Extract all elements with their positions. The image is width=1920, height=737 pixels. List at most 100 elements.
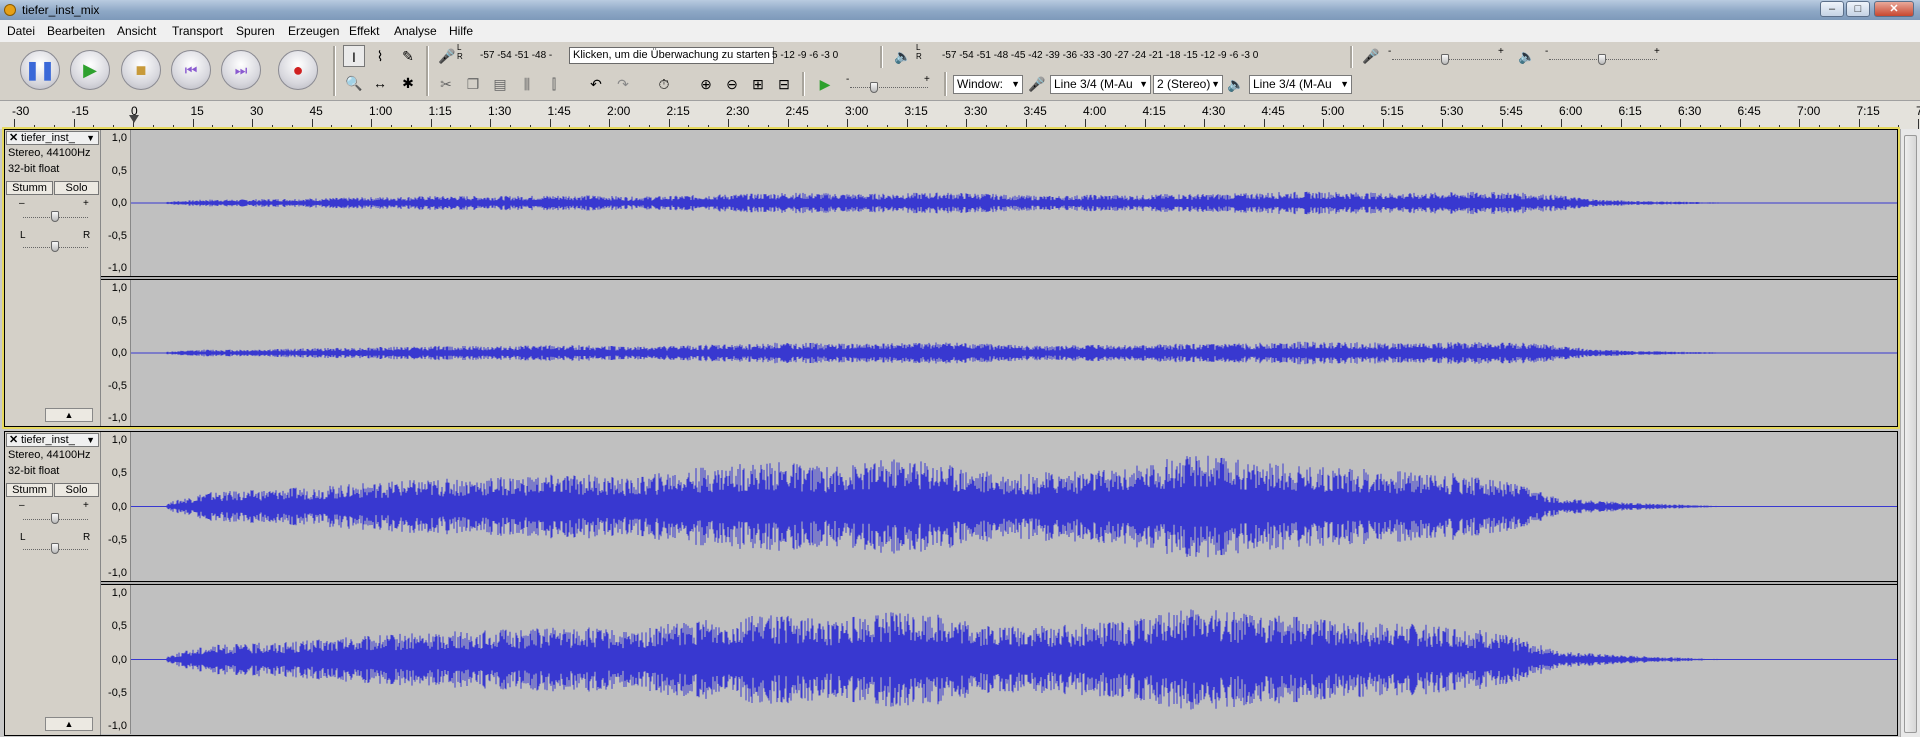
draw-tool-icon[interactable]: ✎: [397, 45, 419, 67]
amplitude-scale-label: 1,0: [111, 434, 127, 446]
fit-project-icon[interactable]: ⊟: [773, 73, 795, 95]
ruler-major-tick: [1144, 119, 1146, 129]
recording-channels-select[interactable]: 2 (Stereo) ▼: [1153, 75, 1223, 94]
waveform-channel[interactable]: [131, 130, 1897, 276]
playhead-marker-icon[interactable]: [129, 115, 139, 123]
track-format: 32-bit float: [8, 465, 60, 477]
audio-track[interactable]: ✕ tiefer_inst_ ▼ Stereo, 44100Hz 32-bit floa…: [2, 127, 1900, 429]
speed-slider[interactable]: [870, 82, 878, 93]
minimize-button[interactable]: –: [1820, 1, 1844, 17]
menu-ansicht[interactable]: Ansicht: [117, 24, 156, 38]
menu-bearbeiten[interactable]: Bearbeiten: [47, 24, 105, 38]
solo-button[interactable]: Solo: [54, 483, 99, 497]
audio-track[interactable]: ✕ tiefer_inst_ ▼ Stereo, 44100Hz 32-bit floa…: [4, 431, 1898, 736]
track-control-panel[interactable]: ✕ tiefer_inst_ ▼ Stereo, 44100Hz 32-bit floa…: [5, 432, 101, 735]
waveform-channel[interactable]: [131, 280, 1897, 426]
waveform-path: [166, 341, 1748, 365]
maximize-button[interactable]: □: [1846, 1, 1870, 17]
ruler-major-tick: [371, 119, 372, 129]
waveform-channel[interactable]: [131, 432, 1897, 581]
trim-icon[interactable]: ⫼: [516, 73, 538, 95]
vertical-scrollbar[interactable]: [1900, 129, 1920, 737]
ruler-major-tick: [728, 119, 729, 129]
speed-minus: -: [846, 74, 850, 85]
pause-button[interactable]: ❚❚: [20, 50, 60, 90]
playback-device-select[interactable]: Line 3/4 (M-Au ▼: [1249, 75, 1352, 94]
ruler-major-tick: [1085, 119, 1086, 129]
menu-erzeugen[interactable]: Erzeugen: [288, 24, 339, 38]
mute-button[interactable]: Stumm: [6, 483, 53, 497]
menu-datei[interactable]: Datei: [7, 24, 35, 38]
pan-slider[interactable]: [51, 543, 59, 554]
skip-start-icon: ⏮: [184, 62, 198, 78]
zoom-in-icon[interactable]: ⊕: [695, 73, 717, 95]
waveform-channel[interactable]: [131, 585, 1897, 734]
cut-icon[interactable]: ✂: [435, 73, 457, 95]
play-meter-speaker-icon[interactable]: 🔈: [892, 45, 914, 67]
amplitude-scale-label: -0,5: [108, 380, 127, 392]
ruler-major-tick: [1204, 119, 1205, 129]
sync-lock-icon[interactable]: ⏱: [653, 73, 675, 95]
waveform-svg: [131, 455, 1897, 558]
skip-end-button[interactable]: ⏭: [221, 50, 261, 90]
ruler-label: 7:30: [1916, 104, 1920, 118]
input-volume-slider[interactable]: [1441, 54, 1449, 65]
play-button[interactable]: ▶: [70, 50, 110, 90]
zoom-tool-icon[interactable]: 🔍: [343, 72, 365, 94]
selection-tool-icon[interactable]: I: [343, 45, 365, 67]
waveform-path: [166, 191, 1746, 215]
output-volume-plus: +: [1654, 46, 1660, 57]
timeshift-tool-icon[interactable]: ↔: [369, 72, 391, 94]
play-at-speed-icon[interactable]: ▶: [814, 73, 836, 95]
zoom-out-icon[interactable]: ⊖: [721, 73, 743, 95]
gain-slider[interactable]: [51, 211, 59, 222]
collapse-track-button[interactable]: ▲: [45, 408, 93, 422]
menu-hilfe[interactable]: Hilfe: [449, 24, 473, 38]
record-meter-mic-icon[interactable]: 🎤: [436, 45, 458, 67]
recording-device-select[interactable]: Line 3/4 (M-Au ▼: [1050, 75, 1151, 94]
menu-effekt[interactable]: Effekt: [349, 24, 379, 38]
solo-button[interactable]: Solo: [54, 181, 99, 195]
fit-selection-icon[interactable]: ⊞: [747, 73, 769, 95]
silence-icon[interactable]: ⫿: [543, 73, 565, 95]
monitor-tooltip[interactable]: Klicken, um die Überwachung zu starten: [569, 47, 774, 64]
stop-button[interactable]: ■: [121, 50, 161, 90]
audio-host-select[interactable]: Window: ▼: [953, 75, 1023, 94]
mute-button[interactable]: Stumm: [6, 181, 53, 195]
pan-slider[interactable]: [51, 241, 59, 252]
close-button[interactable]: ✕: [1874, 1, 1914, 17]
track-name-button[interactable]: ✕ tiefer_inst_ ▼: [6, 131, 99, 145]
amplitude-scale-label: 0,0: [111, 654, 127, 666]
redo-icon[interactable]: ↷: [612, 73, 634, 95]
close-track-icon[interactable]: ✕: [9, 434, 18, 447]
ruler-label: 4:15: [1142, 104, 1166, 118]
menu-spuren[interactable]: Spuren: [236, 24, 275, 38]
undo-icon[interactable]: ↶: [585, 73, 607, 95]
track-control-panel[interactable]: ✕ tiefer_inst_ ▼ Stereo, 44100Hz 32-bit floa…: [5, 130, 101, 426]
paste-icon[interactable]: ▤: [489, 73, 511, 95]
record-button[interactable]: ●: [278, 50, 318, 90]
ruler-major-tick: [430, 119, 432, 129]
chevron-down-icon[interactable]: ▼: [86, 434, 95, 447]
gain-slider[interactable]: [51, 513, 59, 524]
envelope-tool-icon[interactable]: ⌇: [369, 45, 391, 67]
timeline-ruler[interactable]: -30 -15 0 15 30 45 1:00 1:15 1:30 1:45 2:00 2:15 2:3…: [0, 101, 1920, 130]
chevron-down-icon[interactable]: ▼: [86, 132, 95, 145]
ruler-label: 15: [190, 104, 204, 118]
output-volume-slider[interactable]: [1598, 54, 1606, 65]
ruler-label: 7:00: [1797, 104, 1821, 118]
collapse-track-button[interactable]: ▲: [45, 717, 93, 731]
play-icon: ▶: [83, 60, 97, 80]
toolbar-separator: [333, 46, 336, 96]
menu-transport[interactable]: Transport: [172, 24, 223, 38]
track-name-button[interactable]: ✕ tiefer_inst_ ▼: [6, 433, 99, 447]
menu-analyse[interactable]: Analyse: [394, 24, 437, 38]
amplitude-scale-label: 1,0: [111, 282, 127, 294]
copy-icon[interactable]: ❐: [462, 73, 484, 95]
skip-start-button[interactable]: ⏮: [171, 50, 211, 90]
close-track-icon[interactable]: ✕: [9, 132, 18, 145]
multi-tool-icon[interactable]: ✱: [397, 72, 419, 94]
pan-right-label: R: [83, 230, 91, 241]
title-bar: tiefer_inst_mix – □ ✕: [0, 0, 1920, 20]
vertical-scrollbar-thumb[interactable]: [1904, 135, 1917, 733]
